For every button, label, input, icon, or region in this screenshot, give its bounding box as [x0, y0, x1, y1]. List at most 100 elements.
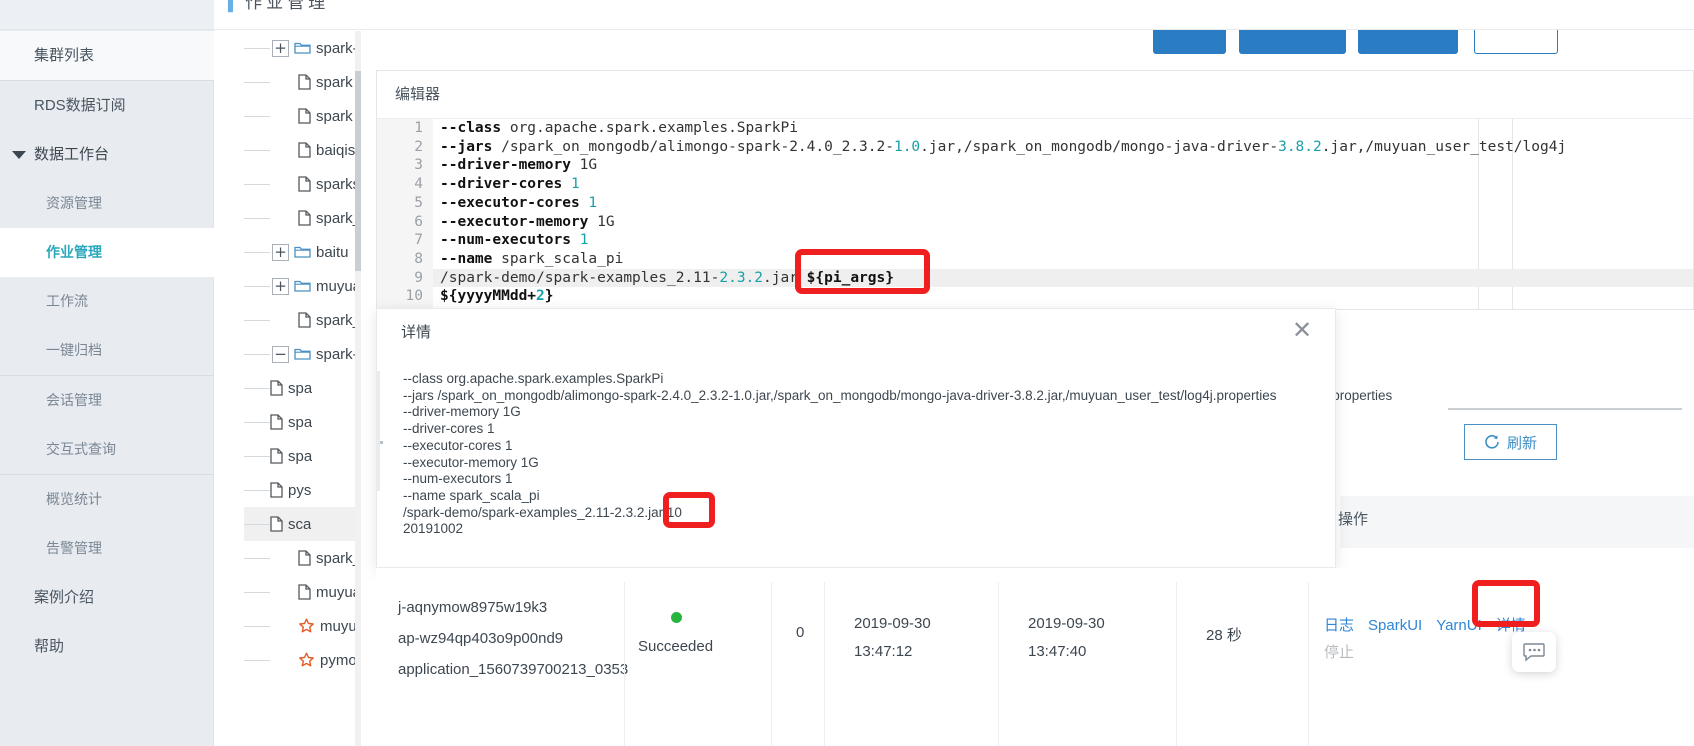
star-icon: [298, 618, 315, 634]
action-yarnui[interactable]: YarnUI: [1436, 617, 1482, 634]
breadcrumb-marker: ▍: [228, 0, 246, 12]
status-indicator-dot: [671, 612, 682, 623]
editor-title: 编辑器: [377, 71, 1693, 119]
action-sparkui[interactable]: SparkUI: [1368, 617, 1422, 634]
start-clock: 13:47:12: [854, 643, 913, 660]
code-line: --executor-memory 1G: [440, 213, 615, 230]
close-icon[interactable]: ✕: [1289, 318, 1315, 344]
refresh-button[interactable]: 刷新: [1464, 424, 1557, 460]
action-log[interactable]: 日志: [1324, 617, 1354, 634]
sidebar-item-case-intro[interactable]: 案例介绍: [0, 573, 214, 622]
chat-bubble-icon[interactable]: [1512, 632, 1556, 672]
code-line: --name spark_scala_pi: [440, 250, 624, 267]
line-number: 10: [405, 288, 423, 305]
tree-node[interactable]: spark_u: [244, 201, 361, 235]
tree-node[interactable]: spa: [244, 405, 361, 439]
row-actions: 日志 SparkUI YarnUI 详情 停止: [1324, 614, 1540, 662]
tree-node-label: spa: [288, 447, 313, 465]
sidebar-item-interactive-query[interactable]: 交互式查询: [0, 425, 214, 474]
tree-node[interactable]: muyua: [244, 609, 361, 643]
sidebar-item-label: 资源管理: [46, 195, 102, 211]
tree-node-label: spa: [288, 413, 313, 431]
sidebar-item-help[interactable]: 帮助: [0, 622, 214, 671]
sidebar-item-label: 概览统计: [46, 491, 102, 507]
tree-connector-line: [244, 184, 270, 185]
sidebar-item-session-management[interactable]: 会话管理: [0, 376, 214, 425]
tree-node[interactable]: spa: [244, 371, 361, 405]
breadcrumb: ▍作业管理: [228, 0, 329, 13]
application-id: application_1560739700213_0353: [398, 661, 629, 678]
tree-node-label: pys: [288, 481, 312, 499]
table-row[interactable]: j-aqnymow8975w19k3 ap-wz94qp403o9p00nd9 …: [376, 582, 1694, 746]
toolbar-button-3[interactable]: [1358, 30, 1458, 54]
action-stop[interactable]: 停止: [1324, 641, 1540, 662]
tree-connector-line: [244, 354, 270, 355]
tree-node[interactable]: spark_h: [244, 541, 361, 575]
toolbar-button-1[interactable]: [1153, 30, 1226, 54]
sidebar-item-rds-subscription[interactable]: RDS数据订阅: [0, 81, 214, 130]
tree-node[interactable]: + baitu: [244, 235, 361, 269]
tree-node[interactable]: spark p: [244, 65, 361, 99]
tree-toggle-expand-icon[interactable]: +: [272, 243, 289, 261]
sidebar-item-resource-management[interactable]: 资源管理: [0, 179, 214, 228]
tree-connector-line: [244, 48, 270, 49]
tree-node[interactable]: pys: [244, 473, 361, 507]
tree-node[interactable]: sca: [244, 507, 361, 541]
code-line: --num-executors 1: [440, 232, 589, 249]
sidebar-item-job-management[interactable]: 作业管理: [0, 228, 214, 277]
tree-connector-line: [244, 558, 270, 559]
tree-node[interactable]: muyuan: [244, 575, 361, 609]
tree-connector-line: [244, 490, 270, 491]
tree-node[interactable]: spark o: [244, 99, 361, 133]
line-number: 5: [414, 194, 423, 211]
code-line: ${yyyyMMdd+2}: [440, 288, 554, 305]
code-editor[interactable]: 1 2 3 4 5 6 7 8 9 10 --class org.apache.spark.exa…: [377, 119, 1693, 309]
tree-node[interactable]: +muyuan: [244, 269, 361, 303]
sidebar-item-alarm-management[interactable]: 告警管理: [0, 524, 214, 573]
tree-scrollbar-thumb[interactable]: [355, 71, 361, 271]
tree-node[interactable]: + spark-it: [244, 31, 361, 65]
sidebar-item-label: RDS数据订阅: [34, 97, 126, 114]
sidebar-item-one-click-archive[interactable]: 一键归档: [0, 326, 214, 375]
tree-toggle-expand-icon[interactable]: +: [272, 277, 289, 295]
tree-node[interactable]: spark_c: [244, 303, 361, 337]
sidebar-item-overview-stats[interactable]: 概览统计: [0, 475, 214, 524]
tree-connector-line: [244, 660, 270, 661]
folder-icon: [294, 245, 311, 259]
sidebar-item-cluster-list[interactable]: 集群列表: [0, 31, 214, 80]
table-header-block: [1340, 496, 1694, 548]
duration: 28 秒: [1206, 627, 1242, 644]
tree-node[interactable]: pymon: [244, 643, 361, 677]
job-tree-panel[interactable]: + spark-it spark p spark o baiqish sparkst spa…: [244, 31, 361, 746]
code-lines[interactable]: --class org.apache.spark.examples.SparkP…: [433, 119, 1693, 309]
tree-node[interactable]: sparkst: [244, 167, 361, 201]
tree-node[interactable]: − spark-c: [244, 337, 361, 371]
refresh-icon: [1485, 435, 1499, 449]
tree-connector-line: [244, 218, 270, 219]
tree-node[interactable]: spa: [244, 439, 361, 473]
toolbar-button-2[interactable]: [1239, 30, 1346, 54]
code-line: --driver-cores 1: [440, 176, 580, 193]
sidebar-item-label: 作业管理: [46, 244, 102, 260]
line-number: 7: [414, 232, 423, 249]
start-time: 2019-09-30 13:47:12: [854, 610, 931, 666]
sidebar-group-data-workbench[interactable]: 数据工作台: [0, 130, 214, 179]
sidebar-item-workflow[interactable]: 工作流: [0, 277, 214, 326]
tree-scrollbar[interactable]: [355, 31, 361, 746]
end-clock: 13:47:40: [1028, 643, 1087, 660]
cluster-id: j-aqnymow8975w19k3: [398, 599, 548, 616]
tree-connector-line: [244, 150, 270, 151]
modal-body-text: --class org.apache.spark.examples.SparkP…: [403, 371, 1277, 537]
tree-node[interactable]: baiqish: [244, 133, 361, 167]
toolbar-button-4[interactable]: [1474, 30, 1558, 54]
job-identifiers: j-aqnymow8975w19k3 ap-wz94qp403o9p00nd9 …: [398, 592, 628, 685]
page-top-strip: [214, 0, 1694, 30]
app-root: 集群列表 RDS数据订阅 数据工作台 资源管理 作业管理 工作流 一键归档 会话…: [0, 0, 1694, 746]
sidebar-item-label: 会话管理: [46, 392, 102, 408]
code-line: --class org.apache.spark.examples.SparkP…: [440, 120, 798, 136]
tree-toggle-expand-icon[interactable]: +: [272, 39, 289, 57]
file-icon: [270, 482, 283, 498]
tree-toggle-collapse-icon[interactable]: −: [272, 345, 289, 363]
caret-down-icon: [12, 150, 26, 159]
sidebar-item-label: 数据工作台: [34, 146, 110, 163]
